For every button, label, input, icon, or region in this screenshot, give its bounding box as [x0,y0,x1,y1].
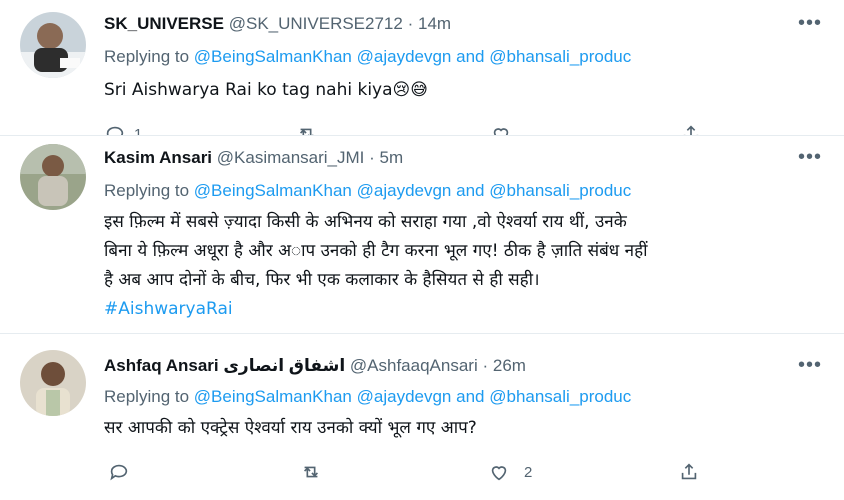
tweet-text-line: इस फ़िल्म में सबसे ज़्यादा किसी के अभिनय… [104,212,627,232]
replying-to: Replying to @BeingSalmanKhan @ajaydevgn … [104,387,631,407]
reply-count: 1 [134,125,143,136]
mention-link[interactable]: @ajaydevgn [357,387,452,406]
separator-dot: · [407,14,414,33]
like-button[interactable]: 2 [488,460,532,484]
mention-link[interactable]: @ajaydevgn [357,47,452,66]
avatar[interactable] [20,12,86,78]
tweet-text: Sri Aishwarya Rai ko tag nahi kiya😢😅 [104,80,428,100]
mention-link[interactable]: @BeingSalmanKhan [194,181,352,200]
replying-to: Replying to @BeingSalmanKhan @ajaydevgn … [104,181,631,201]
mention-link[interactable]: @bhansali_produc [489,47,631,66]
retweet-icon [303,466,319,478]
like-count: 2 [524,463,533,481]
tweet-text-line: बिना ये फ़िल्म अधूरा है और अाप उनको ही ट… [104,241,648,261]
user-handle[interactable]: @AshfaaqAnsari [350,356,478,375]
more-icon[interactable]: ••• [798,146,822,169]
mention-and[interactable]: and [456,47,484,66]
reply-icon [110,464,128,481]
mention-link[interactable]: @bhansali_produc [489,181,631,200]
replying-to: Replying to @BeingSalmanKhan @ajaydevgn … [104,47,631,67]
replying-to-label: Replying to [104,181,190,200]
action-bar: 2 [104,460,724,484]
user-handle[interactable]: @SK_UNIVERSE2712 [229,14,403,33]
reply-icon [106,126,124,135]
timestamp[interactable]: 14m [418,14,451,33]
hashtag-link[interactable]: #AishwaryaRai [104,295,824,324]
avatar[interactable] [20,350,86,416]
like-button[interactable] [490,122,512,135]
timestamp[interactable]: 26m [493,356,526,375]
mention-link[interactable]: @BeingSalmanKhan [194,387,352,406]
share-icon [681,463,697,480]
tweet-sk-universe[interactable]: SK_UNIVERSE @SK_UNIVERSE2712 · 14m ••• R… [0,0,844,135]
tweet-text: सर आपकी को एक्ट्रेस ऐश्वर्या राय उनको क्… [104,418,477,438]
retweet-button[interactable] [300,460,322,484]
tweet-text: इस फ़िल्म में सबसे ज़्यादा किसी के अभिनय… [104,208,824,324]
separator-dot: · [482,356,489,375]
display-name[interactable]: Ashfaq Ansari اشفاق انصاری [104,356,345,375]
more-icon[interactable]: ••• [798,12,822,35]
share-icon [683,125,699,135]
more-icon[interactable]: ••• [798,354,822,377]
separator-dot: · [369,148,375,167]
share-button[interactable] [678,460,700,484]
display-name[interactable]: SK_UNIVERSE [104,14,224,33]
replying-to-label: Replying to [104,387,190,406]
tweet-kasim-ansari[interactable]: Kasim Ansari @Kasimansari_JMI · 5m ••• R… [0,136,844,332]
mention-and[interactable]: and [456,181,484,200]
replying-to-label: Replying to [104,47,190,66]
retweet-icon [299,128,314,135]
like-icon [493,128,509,135]
like-icon [491,466,507,481]
retweet-button[interactable] [296,122,318,135]
timestamp[interactable]: 5m [380,148,404,167]
share-button[interactable] [680,122,702,135]
avatar[interactable] [20,144,86,210]
display-name[interactable]: Kasim Ansari [104,148,212,167]
reply-button[interactable]: 1 [104,122,142,135]
mention-link[interactable]: @ajaydevgn [357,181,452,200]
mention-and[interactable]: and [456,387,484,406]
reply-button[interactable] [108,460,130,484]
user-handle[interactable]: @Kasimansari_JMI [217,148,365,167]
action-bar: 1 [104,122,724,135]
tweet-ashfaq-ansari[interactable]: Ashfaq Ansari اشفاق انصاری @AshfaaqAnsar… [0,334,844,500]
mention-link[interactable]: @bhansali_produc [489,387,631,406]
tweet-text-line: है अब आप दोनों के बीच, फिर भी एक कलाकार … [104,270,540,290]
mention-link[interactable]: @BeingSalmanKhan [194,47,352,66]
